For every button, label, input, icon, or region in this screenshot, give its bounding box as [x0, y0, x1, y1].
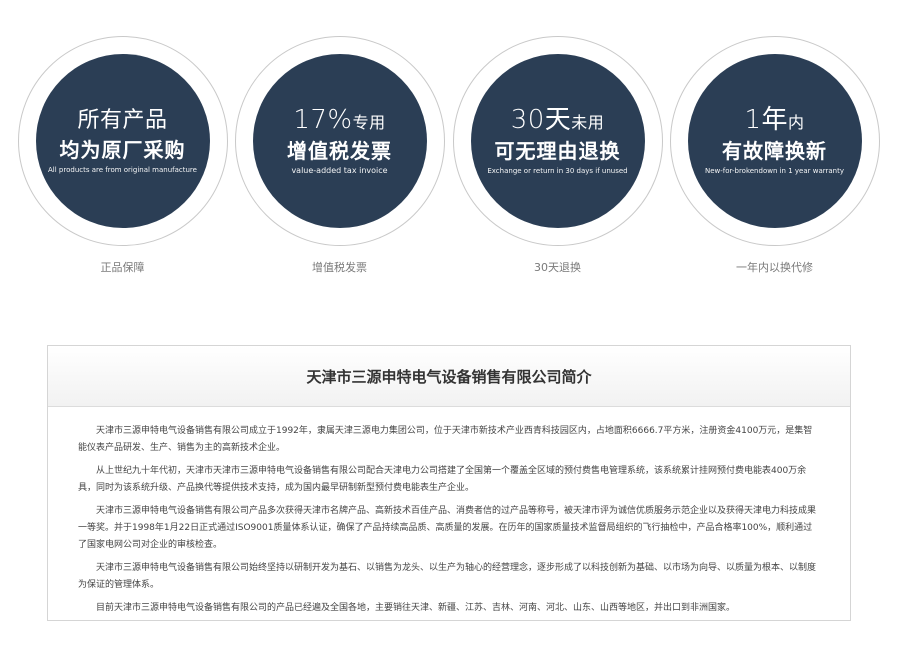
badge-headline: 30天未用 — [511, 107, 605, 136]
badge-tax-invoice: 17%专用 增值税发票 value-added tax invoice 增值税发… — [232, 36, 447, 275]
badge-headline: 所有产品 — [77, 108, 167, 135]
badge-headline-main: 17% — [293, 104, 353, 135]
badge-title: 可无理由退换 — [494, 138, 621, 163]
badge-title: 有故障换新 — [722, 138, 827, 163]
badge-ring: 1年内 有故障换新 New-for-brokendown in 1 year w… — [669, 36, 880, 246]
badge-headline-main: 1年 — [744, 104, 789, 135]
service-badges: 所有产品 均为原厂采购 All products are from origin… — [0, 0, 898, 290]
badge-headline-suffix: 内 — [788, 112, 805, 132]
badge-ring: 30天未用 可无理由退换 Exchange or return in 30 da… — [452, 36, 663, 246]
company-intro-header: 天津市三源申特电气设备销售有限公司简介 — [48, 346, 850, 407]
badge-title: 均为原厂采购 — [59, 137, 186, 162]
badge-headline-main: 所有产品 — [77, 107, 168, 133]
intro-paragraph: 目前天津市三源申特电气设备销售有限公司的产品已经遍及全国各地，主要销往天津、新疆… — [96, 603, 736, 613]
badge-english-note: Exchange or return in 30 days if unused — [487, 166, 628, 175]
badge-headline-main: 30天 — [510, 104, 572, 135]
badge-headline-suffix: 未用 — [571, 112, 605, 132]
badge-disc: 17%专用 增值税发票 value-added tax invoice — [252, 54, 427, 228]
badge-headline: 17%专用 — [293, 107, 385, 136]
badge-caption[interactable]: 一年内以换代修 — [667, 259, 882, 275]
badge-ring: 17%专用 增值税发票 value-added tax invoice — [234, 36, 445, 246]
badge-caption[interactable]: 30天退换 — [450, 259, 665, 275]
company-intro-body: 天津市三源申特电气设备销售有限公司成立于1992年，隶属天津三源电力集团公司，位… — [48, 407, 850, 617]
badge-caption[interactable]: 正品保障 — [15, 259, 230, 275]
badge-genuine: 所有产品 均为原厂采购 All products are from origin… — [15, 36, 230, 275]
badge-english-note: value-added tax invoice — [291, 165, 388, 175]
company-intro-panel: 天津市三源申特电气设备销售有限公司简介 天津市三源申特电气设备销售有限公司成立于… — [47, 345, 851, 621]
badge-disc: 30天未用 可无理由退换 Exchange or return in 30 da… — [470, 54, 645, 228]
badge-title: 增值税发票 — [287, 138, 392, 163]
badge-1-year-warranty: 1年内 有故障换新 New-for-brokendown in 1 year w… — [667, 36, 882, 275]
badge-disc: 1年内 有故障换新 New-for-brokendown in 1 year w… — [687, 54, 862, 228]
intro-paragraph: 天津市三源申特电气设备销售有限公司成立于1992年，隶属天津三源电力集团公司，位… — [78, 426, 813, 453]
badge-ring: 所有产品 均为原厂采购 All products are from origin… — [17, 36, 228, 246]
badge-headline: 1年内 — [744, 107, 804, 136]
badge-30-day-return: 30天未用 可无理由退换 Exchange or return in 30 da… — [450, 36, 665, 275]
badge-english-note: New-for-brokendown in 1 year warranty — [705, 166, 844, 175]
intro-paragraph: 从上世纪九十年代初，天津市天津市三源申特电气设备销售有限公司配合天津电力公司搭建… — [78, 466, 807, 493]
badge-caption[interactable]: 增值税发票 — [232, 259, 447, 275]
badge-headline-suffix: 专用 — [352, 112, 386, 132]
intro-paragraph: 天津市三源申特电气设备销售有限公司始终坚持以研制开发为基石、以销售为龙头、以生产… — [78, 563, 817, 590]
company-intro-title: 天津市三源申特电气设备销售有限公司简介 — [306, 367, 592, 386]
badge-english-note: All products are from original manufactu… — [48, 165, 197, 174]
badge-disc: 所有产品 均为原厂采购 All products are from origin… — [35, 54, 210, 228]
intro-paragraph: 天津市三源申特电气设备销售有限公司产品多次获得天津市名牌产品、高新技术百佳产品、… — [78, 506, 817, 550]
